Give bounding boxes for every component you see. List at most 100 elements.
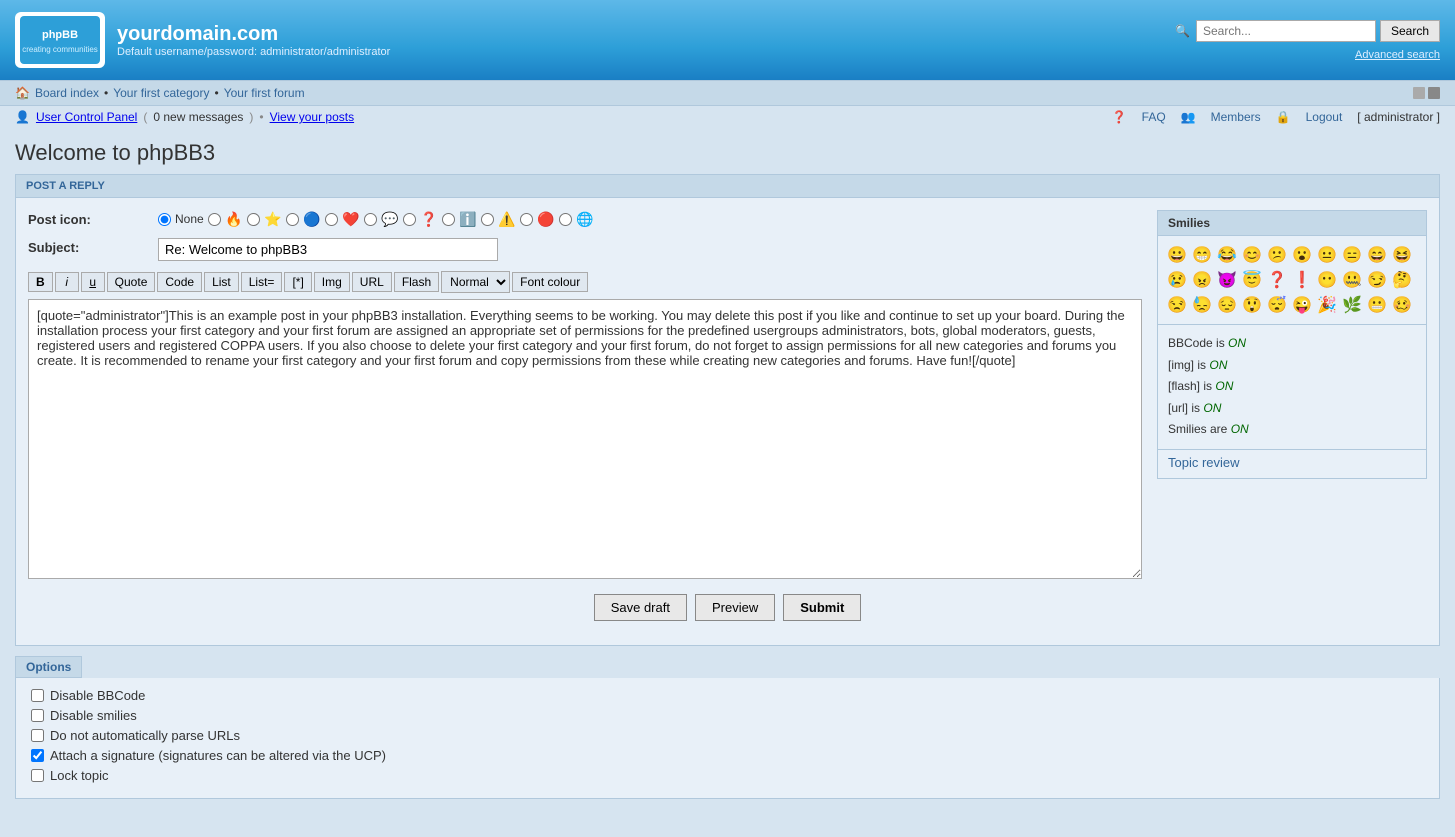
smiley-item[interactable]: 🤐: [1341, 269, 1363, 291]
subject-input[interactable]: [158, 238, 498, 261]
resize-small-icon[interactable]: [1413, 87, 1425, 99]
editor-toolbar: B i u Quote Code List List= [*] Img URL …: [28, 271, 1142, 293]
smiley-item[interactable]: 😲: [1241, 294, 1263, 316]
flash-label: [flash]: [1168, 379, 1200, 393]
subject-field: [158, 238, 1142, 261]
advanced-search-link[interactable]: Advanced search: [1355, 49, 1440, 61]
smiley-item[interactable]: 😓: [1191, 294, 1213, 316]
disable-bbcode-label: Disable BBCode: [50, 688, 145, 703]
post-icons-field: None 🔥 ⭐ 🔵 ❤️ 💬 ❓ ℹ️: [158, 210, 1142, 228]
disable-bbcode-checkbox[interactable]: [31, 689, 44, 702]
icon-warning-radio[interactable]: [481, 213, 494, 226]
members-icon: 👥: [1181, 110, 1196, 124]
options-header: Options: [15, 656, 82, 678]
icon-none-radio[interactable]: [158, 213, 171, 226]
icon-star-radio[interactable]: [247, 213, 260, 226]
smiley-item[interactable]: 😢: [1166, 269, 1188, 291]
smiley-item[interactable]: ❗: [1291, 269, 1313, 291]
icon-red-radio[interactable]: [520, 213, 533, 226]
topic-review-link[interactable]: Topic review: [1168, 455, 1240, 470]
font-colour-button[interactable]: Font colour: [512, 272, 588, 292]
members-link[interactable]: Members: [1211, 110, 1261, 124]
icon-fire-radio[interactable]: [208, 213, 221, 226]
smiley-item[interactable]: 😴: [1266, 294, 1288, 316]
disable-smilies-checkbox[interactable]: [31, 709, 44, 722]
bullet-button[interactable]: [*]: [284, 272, 311, 292]
logout-icon: 🔒: [1276, 110, 1291, 124]
smiley-item[interactable]: 😜: [1291, 294, 1313, 316]
attach-signature-checkbox[interactable]: [31, 749, 44, 762]
italic-button[interactable]: i: [55, 272, 79, 292]
faq-icon: ❓: [1112, 110, 1127, 124]
smiley-item[interactable]: 😈: [1216, 269, 1238, 291]
smiley-item[interactable]: 😂: [1216, 244, 1238, 266]
smiley-item[interactable]: 😇: [1241, 269, 1263, 291]
ucp-link[interactable]: User Control Panel: [36, 110, 137, 124]
first-forum-link[interactable]: Your first forum: [224, 86, 305, 100]
url-label: [url]: [1168, 401, 1188, 415]
main-content: POST A REPLY Post icon: None 🔥 ⭐: [0, 174, 1455, 814]
smiley-item[interactable]: 😠: [1191, 269, 1213, 291]
no-parse-urls-checkbox[interactable]: [31, 729, 44, 742]
img-label: [img]: [1168, 358, 1194, 372]
preview-button[interactable]: Preview: [695, 594, 775, 621]
subject-row: Subject:: [28, 238, 1142, 261]
smiley-item[interactable]: 😔: [1216, 294, 1238, 316]
smiley-item[interactable]: 🤔: [1391, 269, 1413, 291]
icon-bubble-radio[interactable]: [364, 213, 377, 226]
flash-button[interactable]: Flash: [394, 272, 439, 292]
site-title: yourdomain.com: [117, 23, 390, 46]
underline-button[interactable]: u: [81, 272, 105, 292]
search-button[interactable]: Search: [1380, 20, 1440, 42]
font-size-select[interactable]: Normal Tiny Small Large Huge: [441, 271, 510, 293]
board-index-link[interactable]: Board index: [35, 86, 99, 100]
icon-question-radio[interactable]: [403, 213, 416, 226]
search-input[interactable]: [1196, 20, 1376, 42]
icon-circle-radio[interactable]: [286, 213, 299, 226]
smiley-item[interactable]: 😁: [1191, 244, 1213, 266]
view-posts-link[interactable]: View your posts: [270, 110, 355, 124]
smiley-item[interactable]: 😐: [1316, 244, 1338, 266]
bold-button[interactable]: B: [28, 272, 53, 292]
icon-info-radio[interactable]: [442, 213, 455, 226]
smiley-item[interactable]: 🎉: [1316, 294, 1338, 316]
smiley-item[interactable]: 🥴: [1391, 294, 1413, 316]
smiley-item[interactable]: 😶: [1316, 269, 1338, 291]
img-button[interactable]: Img: [314, 272, 350, 292]
smiley-item[interactable]: 😀: [1166, 244, 1188, 266]
logo[interactable]: phpBB creating communities: [15, 12, 105, 68]
icon-heart-radio[interactable]: [325, 213, 338, 226]
logout-link[interactable]: Logout: [1306, 110, 1343, 124]
save-draft-button[interactable]: Save draft: [594, 594, 687, 621]
smiley-item[interactable]: 😑: [1341, 244, 1363, 266]
page-title: Welcome to phpBB3: [15, 140, 1440, 166]
smiley-item[interactable]: 😒: [1166, 294, 1188, 316]
smiley-item[interactable]: 🌿: [1341, 294, 1363, 316]
list-button[interactable]: List: [204, 272, 239, 292]
icon-globe-radio[interactable]: [559, 213, 572, 226]
list-eq-button[interactable]: List=: [241, 272, 283, 292]
faq-link[interactable]: FAQ: [1142, 110, 1166, 124]
smiley-item[interactable]: 😊: [1241, 244, 1263, 266]
smiley-item[interactable]: 😕: [1266, 244, 1288, 266]
icon-info: ℹ️: [459, 210, 477, 228]
smiley-item[interactable]: 😏: [1366, 269, 1388, 291]
message-textarea[interactable]: [28, 299, 1142, 579]
page-title-area: Welcome to phpBB3: [0, 128, 1455, 174]
smiley-item[interactable]: ❓: [1266, 269, 1288, 291]
url-button[interactable]: URL: [352, 272, 392, 292]
submit-button[interactable]: Submit: [783, 594, 861, 621]
content-layout: Post icon: None 🔥 ⭐ 🔵 ❤️ 💬: [28, 210, 1427, 582]
lock-topic-checkbox[interactable]: [31, 769, 44, 782]
smiley-item[interactable]: 😬: [1366, 294, 1388, 316]
smiley-item[interactable]: 😆: [1391, 244, 1413, 266]
code-button[interactable]: Code: [157, 272, 202, 292]
resize-large-icon[interactable]: [1428, 87, 1440, 99]
smiley-item[interactable]: 😄: [1366, 244, 1388, 266]
first-category-link[interactable]: Your first category: [113, 86, 209, 100]
quote-button[interactable]: Quote: [107, 272, 156, 292]
icon-question: ❓: [420, 210, 438, 228]
user-left: 👤 User Control Panel (0 new messages) • …: [15, 110, 354, 124]
smiley-item[interactable]: 😮: [1291, 244, 1313, 266]
lock-topic-row: Lock topic: [31, 768, 1424, 783]
